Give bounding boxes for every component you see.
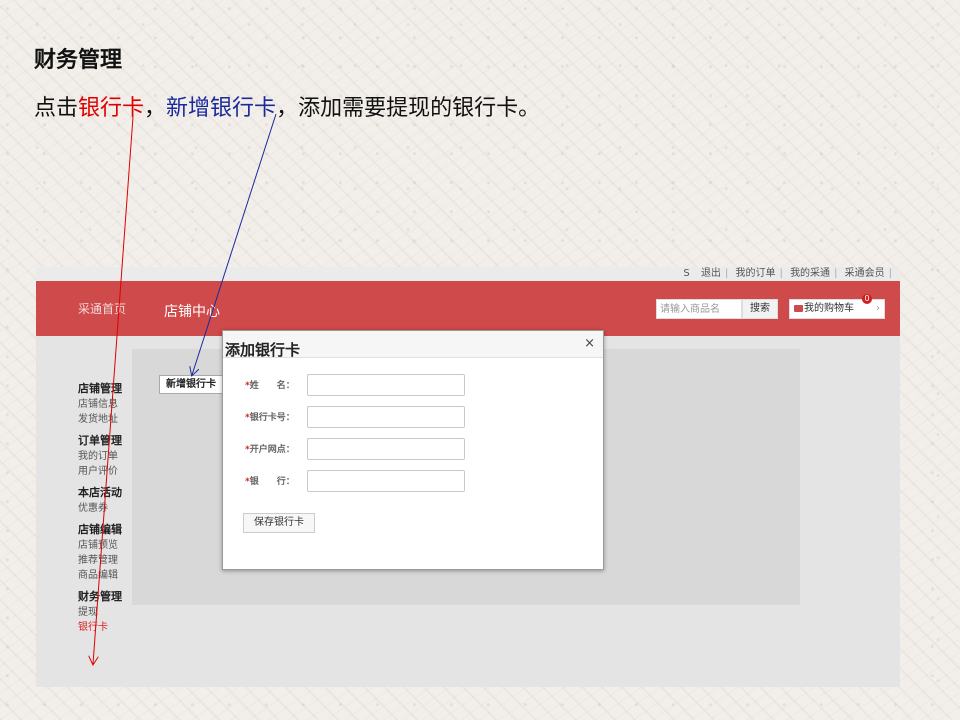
slide-instruction: 点击银行卡，新增银行卡，添加需要提现的银行卡。 — [34, 90, 540, 122]
top-links: S 退出 | 我的订单 | 我的采通 | 采通会员 | — [679, 267, 892, 281]
save-bank-card-button[interactable]: 保存银行卡 — [243, 513, 315, 533]
field-label-text: 姓 名： — [249, 381, 295, 391]
app-screenshot: S 退出 | 我的订单 | 我的采通 | 采通会员 | 采通首页 店铺中心 请输入商品名… — [36, 267, 900, 687]
sidebar-heading: 本店活动 — [78, 486, 122, 499]
cart-count-badge: 0 — [862, 294, 872, 304]
nav-store-center[interactable]: 店铺中心 — [164, 301, 220, 321]
nav-home-link[interactable]: 采通首页 — [78, 300, 126, 317]
cart-icon — [794, 305, 803, 312]
cart-button[interactable]: 我的购物车 0 › — [789, 294, 885, 319]
close-icon[interactable]: × — [584, 336, 595, 351]
branch-field[interactable] — [307, 438, 465, 460]
sidebar-item-store-info[interactable]: 店铺信息 — [78, 397, 122, 412]
sidebar-item-ship-address[interactable]: 发货地址 — [78, 412, 122, 427]
slide-title: 财务管理 — [34, 47, 123, 73]
sidebar-item-coupons[interactable]: 优惠券 — [78, 501, 122, 516]
chevron-right-icon: › — [876, 303, 880, 314]
sidebar-heading: 订单管理 — [78, 434, 122, 447]
sidebar-item-my-orders[interactable]: 我的订单 — [78, 449, 122, 464]
card-number-field[interactable] — [307, 406, 465, 428]
field-label-text: 银行卡号： — [249, 413, 295, 423]
sidebar: 店铺管理 店铺信息 发货地址 订单管理 我的订单 用户评价 本店活动 优惠券 店… — [78, 381, 122, 641]
sidebar-group-edit: 店铺编辑 店铺预览 推荐管理 商品编辑 — [78, 522, 122, 583]
sidebar-heading: 店铺编辑 — [78, 523, 122, 536]
divider: | — [724, 268, 729, 279]
sidebar-heading: 财务管理 — [78, 590, 122, 603]
sidebar-group-activities: 本店活动 优惠券 — [78, 485, 122, 516]
divider: | — [834, 268, 838, 279]
sidebar-item-withdraw[interactable]: 提现 — [78, 605, 122, 620]
cart-label: 我的购物车 — [804, 303, 854, 314]
sidebar-group-orders: 订单管理 我的订单 用户评价 — [78, 433, 122, 479]
instruction-prefix: 点击 — [34, 96, 79, 121]
my-caitong-link[interactable]: 我的采通 — [786, 268, 834, 279]
field-label-text: 开户网点： — [249, 445, 295, 455]
search-button[interactable]: 搜索 — [742, 299, 778, 319]
sidebar-group-store: 店铺管理 店铺信息 发货地址 — [78, 381, 122, 427]
top-bar: S 退出 | 我的订单 | 我的采通 | 采通会员 | — [36, 267, 900, 281]
name-field[interactable] — [307, 374, 465, 396]
search-input[interactable]: 请输入商品名 — [656, 299, 742, 319]
field-label: *开户网点： — [245, 442, 301, 455]
sidebar-item-recommend[interactable]: 推荐管理 — [78, 553, 122, 568]
sidebar-item-preview[interactable]: 店铺预览 — [78, 538, 122, 553]
instruction-highlight-add-card: 新增银行卡 — [166, 96, 277, 121]
field-label: *银行卡号： — [245, 410, 301, 423]
member-link[interactable]: 采通会员 — [841, 268, 889, 279]
user-initial: S — [683, 268, 690, 279]
sidebar-item-bank-card[interactable]: 银行卡 — [78, 620, 122, 635]
sidebar-item-reviews[interactable]: 用户评价 — [78, 464, 122, 479]
field-label: *姓 名： — [245, 378, 301, 391]
logout-link[interactable]: 退出 — [697, 268, 725, 279]
header-bar: 采通首页 店铺中心 请输入商品名 搜索 我的购物车 0 › — [36, 281, 900, 336]
my-orders-link[interactable]: 我的订单 — [732, 268, 780, 279]
field-label-text: 银 行： — [249, 477, 295, 487]
add-bank-card-button[interactable]: 新增银行卡 — [159, 375, 223, 394]
instruction-separator: ， — [144, 96, 167, 121]
divider: | — [888, 268, 892, 279]
instruction-highlight-bank-card: 银行卡 — [78, 96, 145, 121]
sidebar-item-product-edit[interactable]: 商品编辑 — [78, 568, 122, 583]
dialog-header: 添加银行卡 × — [223, 331, 603, 359]
sidebar-heading: 店铺管理 — [78, 382, 122, 395]
bank-field[interactable] — [307, 470, 465, 492]
add-bank-card-dialog: 添加银行卡 × *姓 名： *银行卡号： *开户网点： *银 行： 保存银行卡 — [222, 330, 604, 570]
sidebar-group-finance: 财务管理 提现 银行卡 — [78, 589, 122, 635]
field-label: *银 行： — [245, 474, 301, 487]
divider: | — [779, 268, 783, 279]
dialog-title: 添加银行卡 — [225, 341, 301, 359]
instruction-suffix: ，添加需要提现的银行卡。 — [276, 96, 541, 121]
